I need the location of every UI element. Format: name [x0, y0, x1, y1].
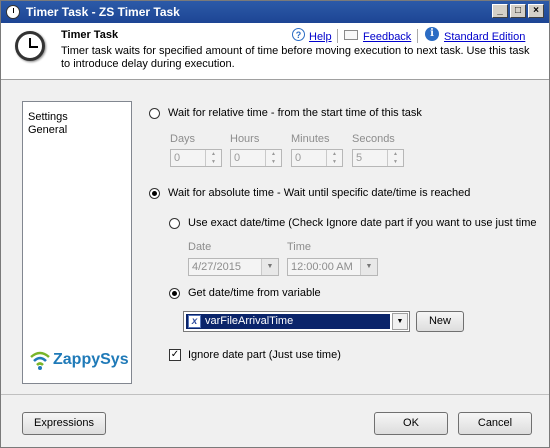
- hours-value: 0: [234, 152, 241, 164]
- exact-datetime-radio[interactable]: [169, 218, 180, 229]
- seconds-spinner[interactable]: 5 ▲ ▼: [352, 149, 404, 167]
- chevron-down-icon[interactable]: ▼: [392, 313, 408, 330]
- new-variable-button[interactable]: New: [416, 311, 464, 332]
- title-bar[interactable]: Timer Task - ZS Timer Task _ □ ×: [1, 1, 549, 23]
- header-panel: Timer Task Timer task waits for specifie…: [1, 23, 549, 80]
- absolute-time-label: Wait for absolute time - Wait until spec…: [168, 187, 471, 199]
- hours-spinner[interactable]: 0 ▲ ▼: [230, 149, 282, 167]
- time-label: Time: [287, 241, 312, 253]
- spinner-arrows-icon[interactable]: ▲ ▼: [387, 150, 403, 166]
- relative-time-radio[interactable]: [149, 108, 160, 119]
- dialog-window: Timer Task - ZS Timer Task _ □ × Timer T…: [0, 0, 550, 448]
- window-title: Timer Task - ZS Timer Task: [26, 5, 180, 19]
- date-value: 4/27/2015: [192, 261, 241, 273]
- minutes-spinner[interactable]: 0 ▲ ▼: [291, 149, 343, 167]
- spinner-arrows-icon[interactable]: ▲ ▼: [326, 150, 342, 166]
- absolute-time-radio[interactable]: [149, 188, 160, 199]
- help-link[interactable]: Help: [309, 31, 332, 43]
- logo-text: ZappySys: [53, 351, 129, 368]
- link-separator: [337, 29, 338, 43]
- link-separator: [417, 29, 418, 43]
- variable-select[interactable]: x varFileArrivalTime ▼: [183, 311, 410, 332]
- days-label: Days: [170, 133, 196, 145]
- cancel-button[interactable]: Cancel: [458, 412, 532, 435]
- variable-datetime-radio[interactable]: [169, 288, 180, 299]
- spinner-arrows-icon[interactable]: ▲ ▼: [205, 150, 221, 166]
- app-icon: [6, 5, 20, 19]
- maximize-button[interactable]: □: [510, 4, 526, 18]
- info-icon: i: [425, 27, 439, 41]
- task-title: Timer Task: [61, 29, 119, 41]
- help-icon: ?: [292, 28, 305, 41]
- minutes-value: 0: [295, 152, 302, 164]
- nav-item-general[interactable]: General: [28, 124, 67, 136]
- task-description: Timer task waits for specified amount of…: [61, 45, 530, 70]
- exact-datetime-label: Use exact date/time (Check Ignore date p…: [188, 217, 537, 229]
- nav-item-settings[interactable]: Settings: [28, 111, 68, 123]
- variable-value: varFileArrivalTime: [205, 315, 294, 327]
- chevron-down-icon[interactable]: ▼: [261, 259, 278, 275]
- zappysys-logo: ZappySys: [29, 350, 129, 374]
- date-picker[interactable]: 4/27/2015 ▼: [188, 258, 279, 276]
- variable-datetime-label: Get date/time from variable: [188, 287, 321, 299]
- feedback-link[interactable]: Feedback: [363, 31, 411, 43]
- relative-time-label: Wait for relative time - from the start …: [168, 107, 422, 119]
- ok-button[interactable]: OK: [374, 412, 448, 435]
- seconds-value: 5: [356, 152, 363, 164]
- variable-icon: x: [188, 315, 201, 328]
- footer-divider: [1, 394, 549, 395]
- time-picker[interactable]: 12:00:00 AM ▼: [287, 258, 378, 276]
- close-button[interactable]: ×: [528, 4, 544, 18]
- mail-icon: [344, 30, 358, 40]
- chevron-down-icon[interactable]: ▼: [360, 259, 377, 275]
- variable-selection: x varFileArrivalTime: [186, 314, 390, 329]
- hours-label: Hours: [230, 133, 260, 145]
- days-spinner[interactable]: 0 ▲ ▼: [170, 149, 222, 167]
- seconds-label: Seconds: [352, 133, 395, 145]
- date-label: Date: [188, 241, 212, 253]
- days-value: 0: [174, 152, 181, 164]
- spinner-arrows-icon[interactable]: ▲ ▼: [265, 150, 281, 166]
- time-value: 12:00:00 AM: [291, 261, 353, 273]
- settings-nav: Settings General ZappySys: [22, 101, 132, 384]
- edition-link[interactable]: Standard Edition: [444, 31, 525, 43]
- clock-icon: [15, 31, 45, 61]
- wifi-logo-icon: [30, 351, 50, 370]
- expressions-button[interactable]: Expressions: [22, 412, 106, 435]
- ignore-date-label: Ignore date part (Just use time): [188, 349, 341, 361]
- minutes-label: Minutes: [291, 133, 330, 145]
- minimize-button[interactable]: _: [492, 4, 508, 18]
- ignore-date-checkbox[interactable]: ✓: [169, 349, 181, 361]
